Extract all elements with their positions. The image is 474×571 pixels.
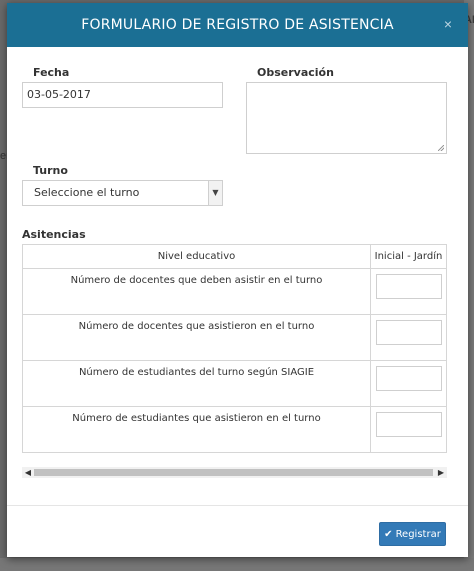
chevron-left-icon[interactable]: ◀ (22, 467, 34, 478)
row-input-cell (370, 360, 447, 407)
turno-select[interactable]: Seleccione el turno ▼ (22, 180, 223, 206)
resize-grip-icon[interactable] (438, 145, 444, 151)
background-left-text: er (0, 150, 7, 162)
chevron-down-icon[interactable]: ▼ (208, 181, 222, 205)
footer-divider (7, 505, 468, 506)
docentes-asistieron-input[interactable] (375, 320, 442, 345)
row-label: Número de estudiantes del turno según SI… (22, 360, 371, 407)
estudiantes-asistieron-input[interactable] (375, 412, 442, 437)
attendance-modal: FORMULARIO DE REGISTRO DE ASISTENCIA × F… (7, 3, 468, 557)
fecha-label: Fecha (33, 66, 70, 79)
observacion-label: Observación (257, 66, 334, 79)
row-label: Número de docentes que deben asistir en … (22, 268, 371, 315)
row-input-cell (370, 314, 447, 361)
asistencias-label: Asitencias (22, 228, 86, 241)
header-nivel-educativo: Nivel educativo (22, 244, 371, 269)
row-label: Número de docentes que asistieron en el … (22, 314, 371, 361)
attendance-table: Nivel educativo Inicial - Jardín Número … (22, 244, 447, 453)
background-bottom (0, 558, 474, 571)
horizontal-scrollbar[interactable]: ◀ ▶ (22, 467, 447, 478)
registrar-button[interactable]: ✔ Registrar (379, 522, 446, 546)
check-icon: ✔ (384, 528, 393, 540)
header-inicial-jardin: Inicial - Jardín (370, 244, 447, 269)
estudiantes-siagie-input[interactable] (375, 366, 442, 391)
row-input-cell (370, 406, 447, 453)
turno-selected-value: Seleccione el turno (34, 186, 140, 199)
scrollbar-thumb[interactable] (34, 469, 433, 476)
table-row: Número de estudiantes del turno según SI… (22, 360, 447, 407)
docentes-deben-asistir-input[interactable] (375, 274, 442, 299)
table-row: Número de docentes que asistieron en el … (22, 314, 447, 361)
close-icon[interactable]: × (444, 16, 452, 32)
modal-header: FORMULARIO DE REGISTRO DE ASISTENCIA × (7, 3, 468, 47)
observacion-textarea[interactable] (246, 82, 447, 154)
table-row: Número de estudiantes que asistieron en … (22, 406, 447, 453)
chevron-right-icon[interactable]: ▶ (435, 467, 447, 478)
fecha-input[interactable]: 03-05-2017 (22, 82, 223, 108)
table-row: Número de docentes que deben asistir en … (22, 268, 447, 315)
row-label: Número de estudiantes que asistieron en … (22, 406, 371, 453)
turno-label: Turno (33, 164, 68, 177)
registrar-label: Registrar (395, 528, 441, 540)
table-header-row: Nivel educativo Inicial - Jardín (22, 244, 447, 269)
row-input-cell (370, 268, 447, 315)
modal-title: FORMULARIO DE REGISTRO DE ASISTENCIA (81, 17, 394, 33)
